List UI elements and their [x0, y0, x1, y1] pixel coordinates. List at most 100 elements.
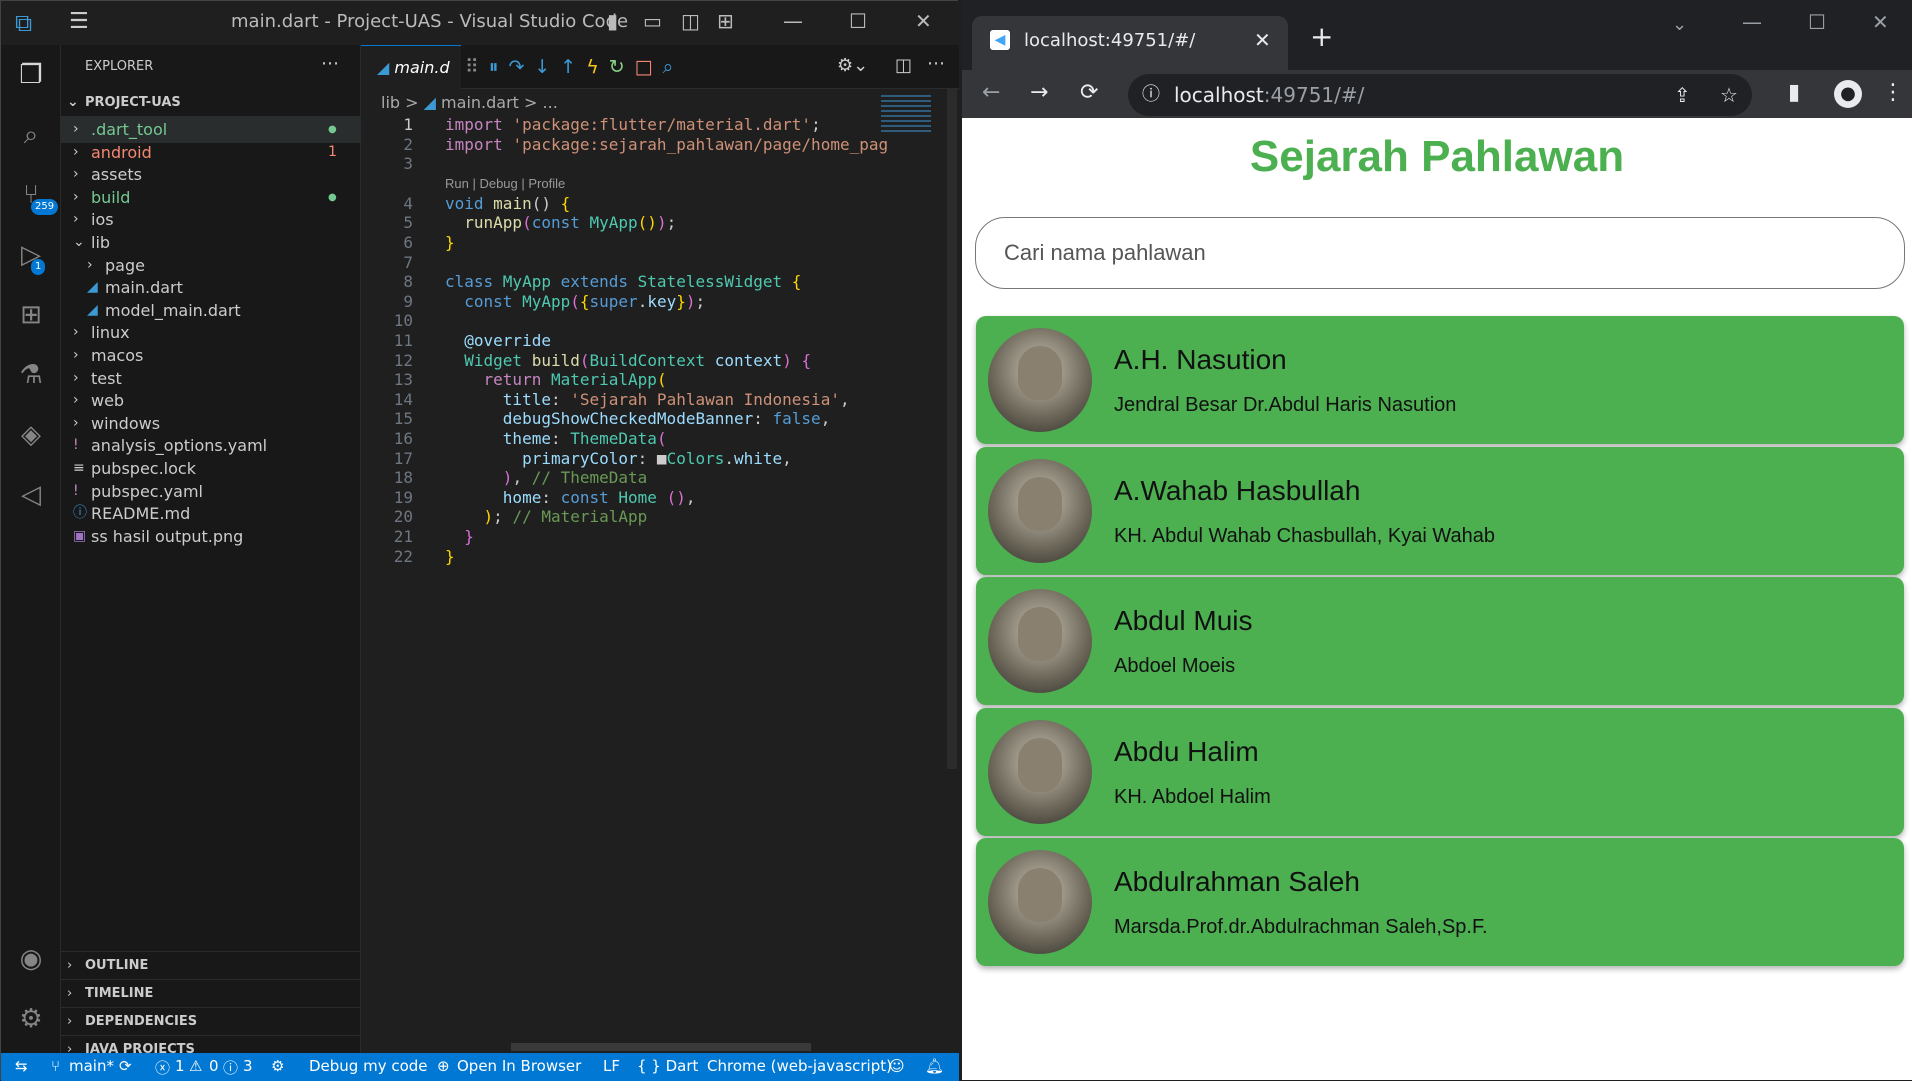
code-line[interactable]: theme: ThemeData( — [445, 429, 667, 448]
hero-card[interactable]: Abdulrahman Saleh Marsda.Prof.dr.Abdulrac… — [976, 838, 1904, 966]
step-over-icon[interactable]: ↷ — [508, 56, 524, 78]
notifications-bell-icon[interactable]: 🔔︎ — [925, 1057, 944, 1075]
layout-split-icon[interactable]: ◫ — [681, 9, 700, 33]
code-line[interactable]: debugShowCheckedModeBanner: false, — [445, 409, 831, 428]
window-title: main.dart - Project-UAS - Visual Studio … — [231, 11, 629, 32]
code-line[interactable]: title: 'Sejarah Pahlawan Indonesia', — [445, 390, 850, 409]
code-line[interactable]: } — [445, 233, 455, 252]
hero-card[interactable]: Abdul Muis Abdoel Moeis — [976, 577, 1904, 705]
address-bar[interactable]: ⓘ localhost:49751/#/ ⇪ ☆ — [1128, 74, 1752, 116]
tab-search-icon[interactable]: ⌄ — [1672, 14, 1687, 35]
editor-more-icon[interactable]: ⋯ — [927, 53, 945, 74]
run-debug-dropdown-icon[interactable]: ⚙⌄ — [837, 55, 868, 76]
settings-gear-icon[interactable]: ⚙ — [13, 1001, 49, 1037]
code-line[interactable]: } — [445, 527, 474, 546]
sync-icon[interactable]: ⟳ — [119, 1057, 132, 1075]
hero-card[interactable]: A.Wahab Hasbullah KH. Abdul Wahab Chasbul… — [976, 446, 1904, 575]
breadcrumb-item[interactable]: lib — [381, 93, 400, 112]
side-panel-icon[interactable]: ▮ — [1788, 80, 1800, 105]
share-icon[interactable]: ⇪ — [1674, 74, 1691, 116]
step-out-icon[interactable]: ↑ — [560, 56, 576, 78]
hero-card[interactable]: A.H. Nasution Jendral Besar Dr.Abdul Hari… — [976, 316, 1904, 444]
hero-card[interactable]: Abdu Halim KH. Abdoel Halim — [976, 707, 1904, 836]
minimize-icon[interactable]: — — [1742, 10, 1762, 34]
code-line[interactable]: primaryColor: ■Colors.white, — [445, 449, 792, 468]
warning-count[interactable]: 0 — [209, 1057, 219, 1075]
code-line[interactable]: import 'package:flutter/material.dart'; — [445, 115, 821, 134]
end-of-line[interactable]: LF — [603, 1057, 620, 1075]
reload-icon[interactable]: ⟳ — [1080, 80, 1098, 105]
testing-icon[interactable]: ⚗ — [13, 357, 49, 393]
drag-handle-icon[interactable]: ⠿ — [465, 56, 479, 78]
code-line[interactable]: @override — [445, 331, 551, 350]
code-line[interactable]: const MyApp({super.key}); — [445, 292, 705, 311]
account-icon[interactable]: ◉ — [13, 941, 49, 977]
site-info-icon[interactable]: ⓘ — [1142, 74, 1160, 116]
forward-icon[interactable]: → — [1030, 80, 1048, 105]
minimize-icon[interactable]: — — [783, 9, 803, 33]
project-header[interactable]: ⌄ PROJECT-UAS — [61, 89, 361, 116]
code-line[interactable]: ), // ThemeData — [445, 468, 648, 487]
feedback-icon[interactable]: ☺ — [889, 1057, 905, 1075]
tree-item[interactable]: ▣ ss hasil output.png — [61, 523, 361, 550]
horizontal-scrollbar[interactable] — [511, 1043, 811, 1051]
search-icon[interactable]: ⌕ — [13, 117, 49, 153]
more-actions-icon[interactable]: ⋯ — [321, 53, 339, 74]
code-line[interactable]: Widget build(BuildContext context) { — [445, 351, 811, 370]
code-line[interactable]: } — [445, 547, 455, 566]
code-line[interactable]: import 'package:sejarah_pahlawan/page/ho… — [445, 135, 888, 154]
pause-icon[interactable]: ⏸ — [489, 56, 499, 78]
search-input[interactable]: Cari nama pahlawan — [975, 217, 1905, 289]
minimap[interactable] — [881, 95, 931, 135]
code-line[interactable]: runApp(const MyApp()); — [445, 213, 676, 232]
language-mode[interactable]: { } Dart — [637, 1057, 698, 1075]
layout-custom-icon[interactable]: ⊞ — [717, 9, 734, 33]
branch-icon[interactable]: ⑂ — [51, 1057, 60, 1075]
maximize-icon[interactable]: ☐ — [849, 9, 867, 33]
browser-tab[interactable]: ◀ localhost:49751/#/ ✕ — [972, 16, 1288, 70]
git-branch[interactable]: main* — [69, 1057, 114, 1075]
section-timeline[interactable]: › TIMELINE — [61, 979, 361, 1006]
device-selector[interactable]: Chrome (web-javascript) — [707, 1057, 892, 1075]
hot-reload-icon[interactable]: ϟ — [586, 56, 599, 78]
debug-config[interactable]: Debug my code — [309, 1057, 428, 1075]
code-line[interactable]: ); // MaterialApp — [445, 507, 648, 526]
new-tab-icon[interactable]: + — [1310, 20, 1333, 53]
menu-icon[interactable]: ☰ — [69, 9, 89, 34]
section-dependencies[interactable]: › DEPENDENCIES — [61, 1007, 361, 1034]
maximize-icon[interactable]: ☐ — [1808, 10, 1826, 34]
code-line[interactable]: home: const Home (), — [445, 488, 696, 507]
code-line[interactable]: class MyApp extends StatelessWidget { — [445, 272, 801, 291]
flutter-icon[interactable]: ◁ — [13, 477, 49, 513]
codelens[interactable]: Run | Debug | Profile — [445, 176, 565, 191]
info-count[interactable]: 3 — [243, 1057, 253, 1075]
profile-avatar-icon[interactable]: ● — [1834, 80, 1862, 108]
breadcrumb-item[interactable]: ... — [543, 93, 558, 112]
code-line[interactable]: void main() { — [445, 194, 570, 213]
inspect-widget-icon[interactable]: ⌕ — [663, 56, 674, 78]
bookmark-star-icon[interactable]: ☆ — [1720, 74, 1738, 116]
restart-icon[interactable]: ↻ — [609, 56, 625, 78]
tab-main-dart[interactable]: ◢ main.d — [361, 45, 461, 89]
open-in-browser[interactable]: Open In Browser — [457, 1057, 581, 1075]
stop-icon[interactable]: □ — [635, 56, 653, 78]
close-icon[interactable]: ✕ — [1872, 10, 1889, 34]
layout-sidebar-icon[interactable]: ▮ — [607, 9, 618, 33]
section-outline[interactable]: › OUTLINE — [61, 951, 361, 978]
close-icon[interactable]: ✕ — [915, 9, 932, 33]
extensions-icon[interactable]: ⊞ — [13, 297, 49, 333]
tab-close-icon[interactable]: ✕ — [1254, 28, 1271, 52]
split-editor-icon[interactable]: ◫ — [895, 55, 912, 76]
explorer-icon[interactable]: ❐ — [13, 57, 49, 93]
remote-icon[interactable]: ⇆ — [15, 1057, 28, 1075]
breadcrumb-item[interactable]: main.dart — [441, 93, 519, 112]
back-icon[interactable]: ← — [982, 80, 1000, 105]
step-into-icon[interactable]: ↓ — [534, 56, 550, 78]
layout-panel-icon[interactable]: ▭ — [643, 9, 662, 33]
error-count[interactable]: 1 — [175, 1057, 185, 1075]
scm-badge: 259 — [31, 199, 59, 215]
code-line[interactable]: return MaterialApp( — [445, 370, 667, 389]
scrollbar[interactable] — [947, 89, 957, 769]
chrome-menu-icon[interactable]: ⋮ — [1882, 80, 1904, 105]
layers-icon[interactable]: ◈ — [13, 417, 49, 453]
